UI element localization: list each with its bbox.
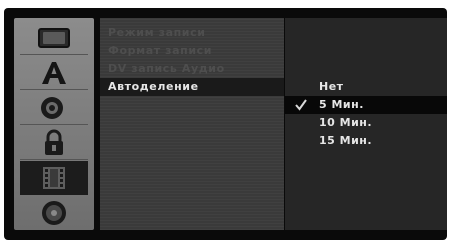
- sidebar-item-language[interactable]: [20, 56, 88, 90]
- option-15-min[interactable]: 15 Мин.: [285, 132, 447, 150]
- menu-item-auto-chapter[interactable]: Автоделение: [100, 78, 284, 96]
- option-10-min[interactable]: 10 Мин.: [285, 114, 447, 132]
- lock-icon: [45, 129, 63, 155]
- auto-chapter-options: Нет 5 Мин. 10 Мин. 15 Мин.: [285, 18, 447, 230]
- sidebar-item-disc[interactable]: [20, 196, 88, 229]
- option-5-min[interactable]: 5 Мин.: [285, 96, 447, 114]
- sidebar-item-lock[interactable]: [20, 126, 88, 160]
- sidebar-item-recording[interactable]: [20, 161, 88, 195]
- osd-screen: Режим записи Формат записи DV запись Ауд…: [4, 8, 447, 240]
- disc-icon: [42, 200, 66, 225]
- menu-item-record-mode[interactable]: Режим записи: [108, 24, 206, 42]
- option-label: 10 Мин.: [319, 116, 373, 129]
- settings-category-sidebar: [14, 18, 94, 230]
- letter-a-icon: [42, 61, 66, 84]
- menu-item-dv-record-audio[interactable]: DV запись Аудио: [108, 60, 225, 78]
- menu-item-record-format[interactable]: Формат записи: [108, 42, 212, 60]
- tv-screen-icon: [38, 27, 70, 48]
- settings-menu-panel: Режим записи Формат записи DV запись Ауд…: [100, 18, 284, 230]
- option-label: 15 Мин.: [319, 134, 373, 147]
- sidebar-item-audio[interactable]: [20, 91, 88, 125]
- option-label: 5 Мин.: [319, 98, 364, 111]
- option-off[interactable]: Нет: [285, 78, 447, 96]
- film-icon: [43, 166, 65, 189]
- speaker-icon: [41, 96, 63, 119]
- checkmark-icon: [295, 99, 307, 111]
- sidebar-item-display[interactable]: [20, 21, 88, 55]
- option-label: Нет: [319, 80, 344, 93]
